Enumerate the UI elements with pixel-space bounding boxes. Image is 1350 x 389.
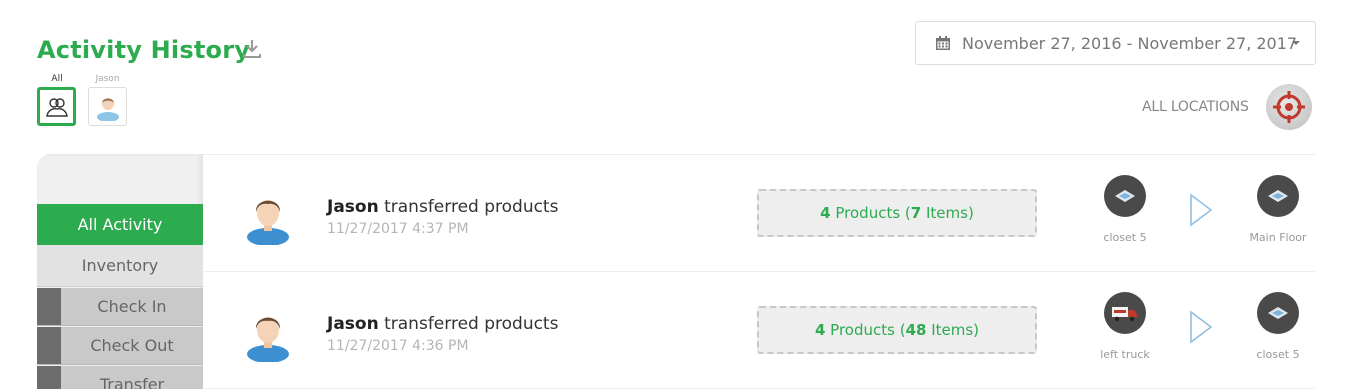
sidebar-item-check-out[interactable]: Check Out [37,327,203,365]
arrow-right-icon [1190,193,1213,227]
to-location[interactable]: closet 5 [1238,292,1318,361]
sidebar-item-transfer[interactable]: Transfer [37,366,203,389]
location-filter-button[interactable] [1266,84,1312,130]
activity-action: transferred products [384,197,559,217]
user-filter-jason-button[interactable] [88,87,127,126]
items-count: 7 [910,204,922,222]
closet-icon [1257,175,1299,217]
user-avatar-icon [247,317,289,362]
products-count: 4 [814,321,826,339]
chevron-down-icon [1292,41,1300,45]
activity-row[interactable]: Jason transferred products 11/27/2017 4:… [203,272,1315,389]
products-word: Products ( [830,321,906,339]
items-count: 48 [905,321,927,339]
date-range-picker[interactable]: November 27, 2016 - November 27, 2017 [915,21,1316,65]
to-location-name: Main Floor [1249,231,1307,244]
crosshair-icon [1273,91,1305,123]
products-summary-button[interactable]: 4 Products (48 Items) [757,306,1037,354]
sidebar-item-inventory[interactable]: Inventory [37,245,203,287]
from-location-name: left truck [1100,348,1150,361]
to-location[interactable]: Main Floor [1238,175,1318,244]
sidebar-item-check-out-label: Check Out [90,336,174,355]
truck-icon [1104,292,1146,334]
user-filter-all[interactable]: All [37,74,77,126]
products-count: 4 [820,204,831,222]
closet-icon [1257,292,1299,334]
user-filter-jason[interactable]: Jason [88,74,127,126]
group-icon [45,97,68,117]
sidebar-item-all-activity[interactable]: All Activity [37,204,203,245]
sidebar-item-check-in-label: Check In [97,297,167,316]
activity-type-sidebar: All Activity Inventory Check In Check Ou… [37,154,203,389]
from-location-name: closet 5 [1103,231,1147,244]
products-summary-button[interactable]: 4 Products (7 Items) [757,189,1037,237]
activity-user: Jason [327,197,379,217]
activity-action: transferred products [384,314,559,334]
activity-description: Jason transferred products [327,197,558,217]
calendar-icon [936,36,950,50]
sidebar-item-transfer-label: Transfer [99,375,165,389]
from-location[interactable]: left truck [1085,292,1165,361]
items-word: Items) [926,204,974,222]
date-range-text: November 27, 2016 - November 27, 2017 [962,33,1298,53]
activity-user: Jason [327,314,379,334]
activity-timestamp: 11/27/2017 4:36 PM [327,338,469,354]
user-filter-all-label: All [51,74,63,84]
user-avatar-icon [247,200,289,245]
arrow-right-icon [1190,310,1213,344]
activity-history-page: Activity History All Jason November 27, … [0,0,1350,389]
activity-description: Jason transferred products [327,314,558,334]
all-locations-label: ALL LOCATIONS [1142,99,1249,115]
activity-row[interactable]: Jason transferred products 11/27/2017 4:… [203,155,1315,272]
user-avatar-icon [96,97,119,121]
items-word: Items) [931,321,980,339]
to-location-name: closet 5 [1256,348,1300,361]
user-filter-all-button[interactable] [37,87,76,126]
page-title: Activity History [37,36,251,64]
user-filter-jason-label: Jason [95,74,120,84]
activity-timestamp: 11/27/2017 4:37 PM [327,221,469,237]
from-location[interactable]: closet 5 [1085,175,1165,244]
download-icon[interactable] [242,38,262,60]
products-word: Products ( [835,204,911,222]
closet-icon [1104,175,1146,217]
sidebar-item-check-in[interactable]: Check In [37,288,203,326]
